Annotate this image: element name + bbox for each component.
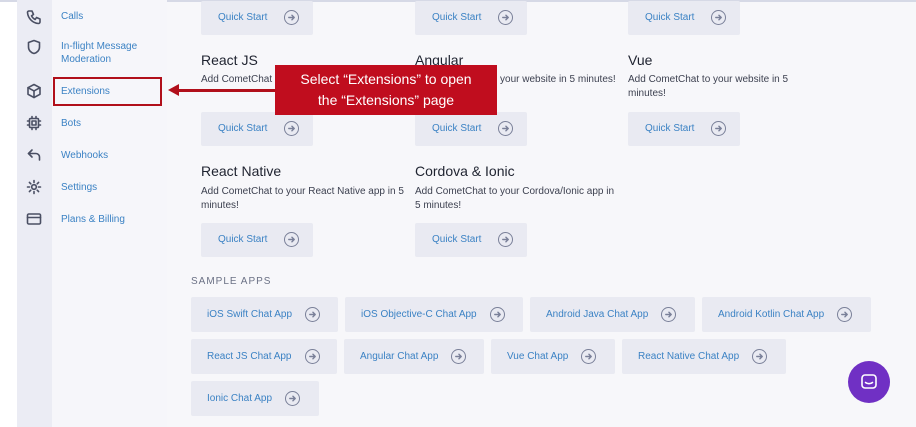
quick-start-button-react-js[interactable]: Quick Start (201, 112, 313, 146)
callout-line-1: Select “Extensions” to open (300, 71, 472, 87)
quick-start-button[interactable]: Quick Start (415, 1, 527, 35)
sample-app-android-kotlin[interactable]: Android Kotlin Chat App (702, 297, 871, 332)
sample-app-label: iOS Objective-C Chat App (361, 309, 477, 320)
arrow-right-icon (305, 307, 321, 322)
sidebar-item-webhooks[interactable]: Webhooks (61, 149, 161, 162)
gear-icon[interactable] (25, 178, 43, 196)
phone-icon[interactable] (25, 8, 43, 26)
arrow-right-icon (498, 232, 513, 247)
chat-launcher-button[interactable] (848, 361, 890, 403)
icon-rail (17, 0, 52, 427)
callout-arrow-line (178, 89, 275, 92)
quick-start-button[interactable]: Quick Start (628, 1, 740, 35)
sample-app-android-java[interactable]: Android Java Chat App (530, 297, 695, 332)
sample-app-react-native[interactable]: React Native Chat App (622, 339, 786, 374)
sample-app-label: React JS Chat App (207, 351, 292, 362)
sidebar-item-settings[interactable]: Settings (61, 181, 161, 194)
sample-app-label: Angular Chat App (360, 351, 439, 362)
quick-start-label: Quick Start (218, 234, 268, 245)
callout-line-2: the “Extensions” page (317, 92, 455, 108)
arrow-right-icon (451, 349, 467, 364)
sample-app-react-js[interactable]: React JS Chat App (191, 339, 337, 374)
sample-app-vue[interactable]: Vue Chat App (491, 339, 615, 374)
arrow-right-icon (661, 307, 677, 322)
quick-start-label: Quick Start (218, 123, 268, 134)
arrow-right-icon (284, 121, 299, 136)
sample-app-label: Vue Chat App (507, 351, 569, 362)
card-title-vue: Vue (628, 52, 653, 68)
quick-start-label: Quick Start (218, 12, 268, 23)
extensions-highlight-box (53, 77, 162, 106)
arrow-right-icon (498, 121, 513, 136)
arrow-right-icon (752, 349, 768, 364)
quick-start-label: Quick Start (432, 123, 482, 134)
sidebar-item-bots[interactable]: Bots (61, 117, 161, 130)
credit-card-icon[interactable] (25, 210, 43, 228)
sample-app-label: React Native Chat App (638, 351, 740, 362)
shield-icon[interactable] (25, 38, 43, 56)
chat-bubble-icon (861, 374, 877, 389)
card-title-react-js: React JS (201, 52, 258, 68)
arrow-right-icon (284, 232, 299, 247)
arrow-right-icon (711, 121, 726, 136)
arrow-right-icon (837, 307, 853, 322)
sidebar-nav: Calls In-flight Message Moderation Exten… (52, 0, 167, 427)
quick-start-button-vue[interactable]: Quick Start (628, 112, 740, 146)
instruction-callout: Select “Extensions” to open the “Extensi… (275, 65, 497, 115)
sample-app-ios-swift[interactable]: iOS Swift Chat App (191, 297, 338, 332)
quick-start-button-angular[interactable]: Quick Start (415, 112, 527, 146)
arrow-right-icon (489, 307, 505, 322)
quick-start-label: Quick Start (645, 123, 695, 134)
quick-start-label: Quick Start (432, 12, 482, 23)
card-desc-cordova-ionic: Add CometChat to your Cordova/Ionic app … (415, 186, 614, 211)
card-title-cordova-ionic: Cordova & Ionic (415, 163, 515, 179)
quick-start-label: Quick Start (645, 12, 695, 23)
card-desc-react-native: Add CometChat to your React Native app i… (201, 186, 404, 211)
sidebar-item-calls[interactable]: Calls (61, 10, 161, 23)
arrow-right-icon (711, 10, 726, 25)
return-arrow-icon[interactable] (25, 146, 43, 164)
arrow-right-icon (284, 10, 299, 25)
sample-app-label: Android Kotlin Chat App (718, 309, 825, 320)
arrow-right-icon (498, 10, 513, 25)
arrow-right-icon (285, 391, 301, 406)
quick-start-button[interactable]: Quick Start (201, 1, 313, 35)
quick-start-button-react-native[interactable]: Quick Start (201, 223, 313, 257)
sample-app-angular[interactable]: Angular Chat App (344, 339, 484, 374)
arrow-right-icon (304, 349, 320, 364)
arrow-right-icon (581, 349, 597, 364)
card-title-react-native: React Native (201, 163, 282, 179)
chip-icon[interactable] (25, 114, 43, 132)
sample-app-label: Ionic Chat App (207, 393, 273, 404)
sample-app-ionic[interactable]: Ionic Chat App (191, 381, 319, 416)
sample-apps-heading: SAMPLE APPS (191, 276, 272, 287)
quick-start-button-cordova-ionic[interactable]: Quick Start (415, 223, 527, 257)
sidebar-item-plans-billing[interactable]: Plans & Billing (61, 213, 161, 226)
cube-icon[interactable] (25, 82, 43, 100)
quick-start-label: Quick Start (432, 234, 482, 245)
card-desc-vue: Add CometChat to your website in 5 minut… (628, 74, 789, 99)
callout-arrow-head-icon (168, 84, 179, 96)
sample-app-ios-objective-c[interactable]: iOS Objective-C Chat App (345, 297, 523, 332)
sample-app-label: iOS Swift Chat App (207, 309, 293, 320)
sidebar-item-message-moderation[interactable]: In-flight Message Moderation (61, 40, 161, 66)
sample-app-label: Android Java Chat App (546, 309, 649, 320)
